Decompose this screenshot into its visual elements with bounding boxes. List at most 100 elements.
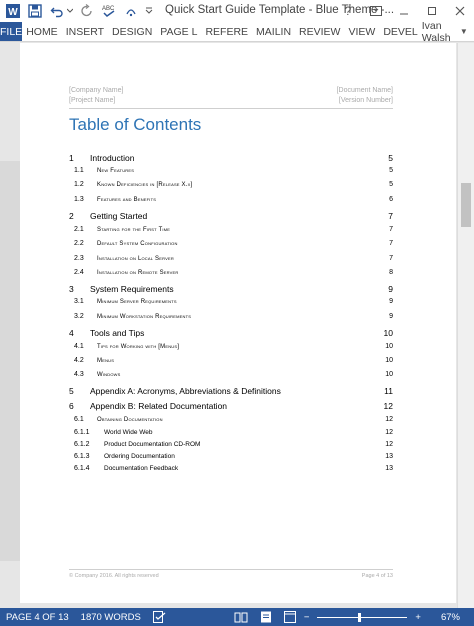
toc-entry[interactable]: 1.3 Features and Benefits 6 — [69, 196, 393, 203]
toc-entry[interactable]: 4.2 Menus 10 — [69, 357, 393, 364]
read-mode-icon[interactable] — [228, 612, 254, 623]
zoom-in-button[interactable]: + — [413, 612, 423, 623]
toc-entry[interactable]: 6.1.1 World Wide Web 12 — [69, 429, 393, 436]
tab-mailings[interactable]: MAILIN — [252, 22, 295, 41]
toc-entry[interactable]: 2.2 Default System Configuration 7 — [69, 240, 393, 247]
tab-developer[interactable]: DEVEL — [379, 22, 421, 41]
help-button[interactable]: ? — [334, 0, 362, 22]
toc-entry[interactable]: 6.1.2 Product Documentation CD-ROM 12 — [69, 441, 393, 448]
toc-entry[interactable]: 3.1 Minimum Server Requirements 9 — [69, 298, 393, 305]
toc-entry-page: 9 — [388, 284, 393, 294]
toc-entry[interactable]: 1 Introduction 5 — [69, 153, 393, 163]
ribbon-tabs: FILE HOME INSERT DESIGN PAGE L REFERE MA… — [0, 20, 474, 44]
toc-entry[interactable]: 6.1.3 Ordering Documentation 13 — [69, 453, 393, 460]
toc-entry-text: Features and Benefits — [97, 197, 157, 203]
toc-entry[interactable]: 4 Tools and Tips 10 — [69, 328, 393, 338]
tab-references[interactable]: REFERE — [201, 22, 252, 41]
toc-entry-number: 1.3 — [74, 196, 84, 203]
header-divider — [69, 108, 393, 109]
print-layout-icon[interactable] — [254, 611, 278, 623]
vertical-scrollbar[interactable] — [457, 43, 474, 608]
scrollbar-thumb[interactable] — [461, 183, 471, 227]
word-icon[interactable]: W — [4, 2, 22, 20]
toc-entry[interactable]: 4.1 Tips for Working with [Menus] 10 — [69, 343, 393, 350]
tab-view[interactable]: VIEW — [344, 22, 379, 41]
spelling-icon[interactable]: ABC — [100, 2, 118, 20]
toc-entry-page: 7 — [388, 211, 393, 221]
status-bar: PAGE 4 OF 13 1870 WORDS − + 67% — [0, 608, 474, 626]
zoom-slider-thumb[interactable] — [358, 612, 362, 622]
toc-entry-page: 12 — [385, 441, 393, 448]
toc-entry-number: 1.1 — [74, 167, 84, 174]
toc-entry[interactable]: 4.3 Windows 10 — [69, 371, 393, 378]
toc-entry-text: Getting Started — [90, 211, 148, 221]
toc-entry-text: Product Documentation CD-ROM — [104, 441, 201, 448]
toc-entry-number: 6 — [69, 401, 74, 411]
toc-entry-page: 13 — [385, 465, 393, 472]
document-area[interactable]: [Company Name] [Document Name] [Project … — [0, 43, 474, 608]
view-controls: − + 67% — [228, 611, 474, 623]
tab-home[interactable]: HOME — [22, 22, 62, 41]
redo-icon[interactable] — [78, 2, 96, 20]
toc-entry[interactable]: 6 Appendix B: Related Documentation 12 — [69, 401, 393, 411]
toc-entry-text: Minimum Workstation Requirements — [97, 314, 192, 320]
tab-design[interactable]: DESIGN — [108, 22, 156, 41]
web-layout-icon[interactable] — [278, 611, 302, 623]
word-count[interactable]: 1870 WORDS — [75, 612, 147, 623]
toc-entry-page: 11 — [384, 386, 393, 396]
tab-review[interactable]: REVIEW — [295, 22, 344, 41]
undo-dropdown-icon[interactable] — [66, 2, 74, 20]
toc-entry-page: 10 — [383, 328, 393, 338]
toc-entry-page: 9 — [389, 313, 393, 320]
toc-entry[interactable]: 6.1 Obtaining Documentation 12 — [69, 416, 393, 423]
ribbon-display-options-icon[interactable] — [362, 0, 390, 22]
toc-entry-page: 12 — [385, 416, 393, 423]
zoom-slider[interactable] — [317, 612, 408, 622]
header-document-name: [Document Name] — [336, 87, 393, 94]
toc-entry[interactable]: 1.2 Known Deficiencies in [Release X.x] 5 — [69, 181, 393, 188]
toc-entry[interactable]: 2 Getting Started 7 — [69, 211, 393, 221]
zoom-level[interactable]: 67% — [423, 612, 474, 623]
toc-entry-page: 5 — [389, 181, 393, 188]
left-margin-strip — [0, 161, 20, 561]
page-count[interactable]: PAGE 4 OF 13 — [0, 612, 75, 623]
footer-page-number: Page 4 of 13 — [361, 573, 393, 579]
proofing-icon[interactable] — [147, 611, 173, 623]
toc-entry-text: System Requirements — [90, 284, 174, 294]
toc-entry[interactable]: 3 System Requirements 9 — [69, 284, 393, 294]
toc-entry-page: 12 — [385, 429, 393, 436]
toc-entry-number: 6.1.1 — [74, 429, 90, 436]
toc-entry[interactable]: 2.3 Installation on Local Server 7 — [69, 255, 393, 262]
toc-entry[interactable]: 2.4 Installation on Remote Server 8 — [69, 269, 393, 276]
tab-insert[interactable]: INSERT — [62, 22, 108, 41]
svg-text:W: W — [8, 7, 18, 18]
minimize-icon[interactable] — [390, 0, 418, 22]
toc-entry-text: Installation on Remote Server — [97, 270, 179, 276]
undo-icon[interactable] — [48, 2, 66, 20]
toc-entry-text: Appendix A: Acronyms, Abbreviations & De… — [90, 386, 281, 396]
format-painter-icon[interactable] — [122, 2, 140, 20]
toc-entry[interactable]: 3.2 Minimum Workstation Requirements 9 — [69, 313, 393, 320]
customize-qat-icon[interactable] — [144, 2, 154, 20]
toc-entry[interactable]: 5 Appendix A: Acronyms, Abbreviations & D… — [69, 386, 393, 396]
toc-entry-text: Appendix B: Related Documentation — [90, 401, 228, 411]
save-icon[interactable] — [26, 2, 44, 20]
zoom-out-button[interactable]: − — [302, 612, 312, 623]
user-dropdown-icon: ▼ — [459, 27, 468, 36]
tab-file[interactable]: FILE — [0, 22, 23, 41]
tab-page-layout[interactable]: PAGE L — [156, 22, 201, 41]
toc-entry-number: 4.1 — [74, 343, 84, 350]
toc-entry-text: Windows — [97, 372, 121, 378]
toc-entry-page: 7 — [389, 240, 393, 247]
toc-entry[interactable]: 1.1 New Features 5 — [69, 167, 393, 174]
toc-entry[interactable]: 2.1 Starting for the First Time 7 — [69, 226, 393, 233]
header-company-name: [Company Name] — [69, 87, 124, 94]
toc-entry-page: 8 — [389, 269, 393, 276]
toc-entry[interactable]: 6.1.4 Documentation Feedback 13 — [69, 465, 393, 472]
user-account[interactable]: Ivan Walsh ▼ — [422, 20, 474, 44]
toc-entry-text: Menus — [97, 358, 115, 364]
toc-entry-page: 6 — [389, 196, 393, 203]
toc-entry-number: 6.1.2 — [74, 441, 90, 448]
toc-entry-page: 10 — [385, 357, 393, 364]
document-page[interactable]: [Company Name] [Document Name] [Project … — [20, 43, 456, 603]
